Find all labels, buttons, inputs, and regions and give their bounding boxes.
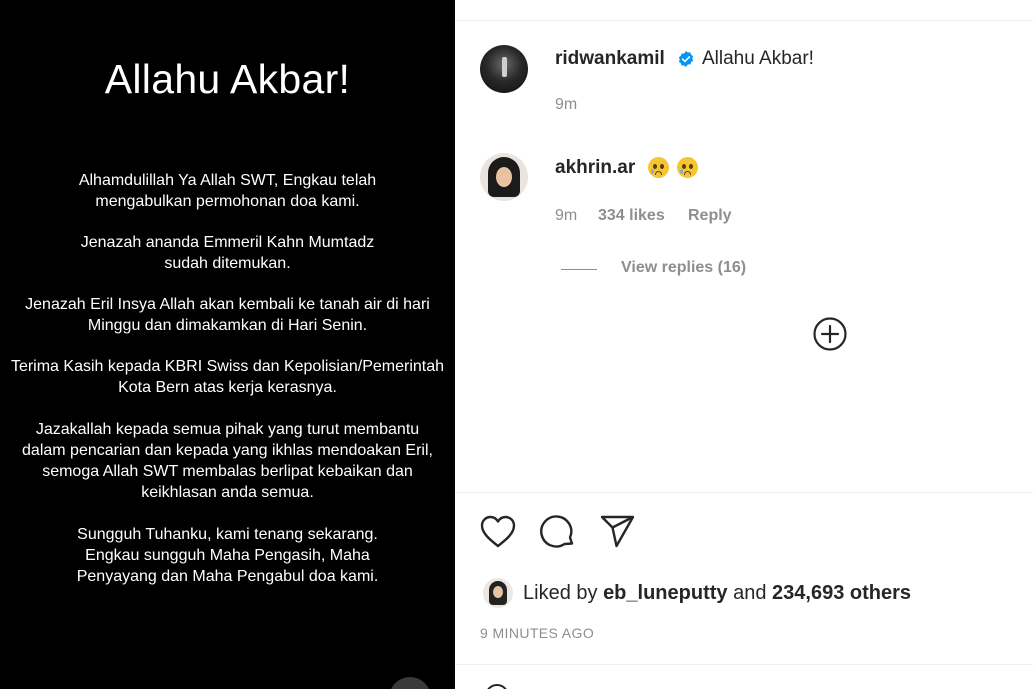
caption-avatar[interactable] (480, 45, 528, 93)
divider (455, 492, 1033, 493)
post-line: Penyayang dan Maha Pengabul doa kami. (76, 568, 379, 585)
post-line: keikhlasan anda semua. (141, 484, 314, 501)
post-line: Terima Kasih kepada KBRI Swiss dan Kepol… (10, 358, 445, 375)
post-line: Engkau sungguh Maha Pengasih, Maha (85, 547, 370, 564)
comment-likes[interactable]: 334 likes (598, 207, 665, 225)
caption-username[interactable]: ridwankamil (555, 48, 665, 70)
view-replies-button[interactable]: View replies (16) (621, 259, 746, 277)
liked-by-text: Liked by eb_luneputty and 234,693 others (523, 582, 911, 605)
comment-username[interactable]: akhrin.ar (555, 157, 635, 179)
load-more-comments-icon[interactable] (812, 316, 848, 352)
post-paragraph: Jenazah ananda Emmeril Kahn Mumtadz suda… (0, 232, 455, 274)
post-line: Jenazah ananda Emmeril Kahn Mumtadz (80, 234, 375, 251)
liked-by-prefix: Liked by (523, 582, 598, 604)
post-paragraph: Sungguh Tuhanku, kami tenang sekarang. E… (0, 524, 455, 587)
liked-by-and: and (733, 582, 767, 604)
post-line: sudah ditemukan. (164, 255, 291, 272)
caption-text: Allahu Akbar! (702, 48, 814, 69)
post-paragraph: Jazakallah kepada semua pihak yang turut… (0, 419, 455, 503)
share-icon[interactable] (599, 513, 637, 551)
post-line: Kota Bern atas kerja kerasnya. (118, 379, 337, 396)
crying-face-emoji-icon (677, 157, 698, 178)
replies-line (561, 269, 597, 270)
post-line: dalam pencarian dan kepada yang ikhlas m… (22, 442, 433, 459)
heart-icon[interactable] (479, 513, 517, 551)
verified-badge-icon (678, 51, 694, 67)
post-paragraph: Terima Kasih kepada KBRI Swiss dan Kepol… (0, 356, 455, 398)
post-timestamp[interactable]: 9 MINUTES AGO (480, 625, 594, 641)
emoji-icon[interactable] (485, 684, 509, 689)
liked-by-user[interactable]: eb_luneputty (603, 582, 727, 604)
post-line: Minggu dan dimakamkan di Hari Senin. (87, 317, 368, 334)
comment-icon[interactable] (539, 513, 577, 551)
post-line: semoga Allah SWT membalas berlipat kebai… (42, 463, 413, 480)
comment-avatar[interactable] (480, 153, 528, 201)
divider (455, 664, 1033, 665)
post-line: Alhamdulillah Ya Allah SWT, Engkau telah (78, 172, 377, 189)
post-line: Jazakallah kepada semua pihak yang turut… (35, 421, 420, 438)
reply-button[interactable]: Reply (688, 207, 732, 225)
post-paragraph: Alhamdulillah Ya Allah SWT, Engkau telah… (0, 170, 455, 212)
post-side-panel: ridwankamil Allahu Akbar! 9m akhrin.ar 9… (455, 0, 1033, 689)
liked-by-others[interactable]: 234,693 others (772, 582, 911, 604)
crying-face-emoji-icon (648, 157, 669, 178)
divider (455, 20, 1033, 21)
post-image: Allahu Akbar! Alhamdulillah Ya Allah SWT… (0, 0, 455, 689)
post-line: mengabulkan permohonan doa kami. (95, 193, 360, 210)
liked-by-avatar[interactable] (483, 578, 513, 608)
next-image-button[interactable] (389, 677, 431, 689)
comment-time[interactable]: 9m (555, 207, 577, 225)
post-image-title: Allahu Akbar! (104, 56, 351, 102)
post-paragraph: Jenazah Eril Insya Allah akan kembali ke… (0, 294, 455, 336)
post-line: Jenazah Eril Insya Allah akan kembali ke… (25, 296, 430, 313)
caption-time[interactable]: 9m (555, 96, 577, 114)
post-line: Sungguh Tuhanku, kami tenang sekarang. (77, 526, 378, 543)
